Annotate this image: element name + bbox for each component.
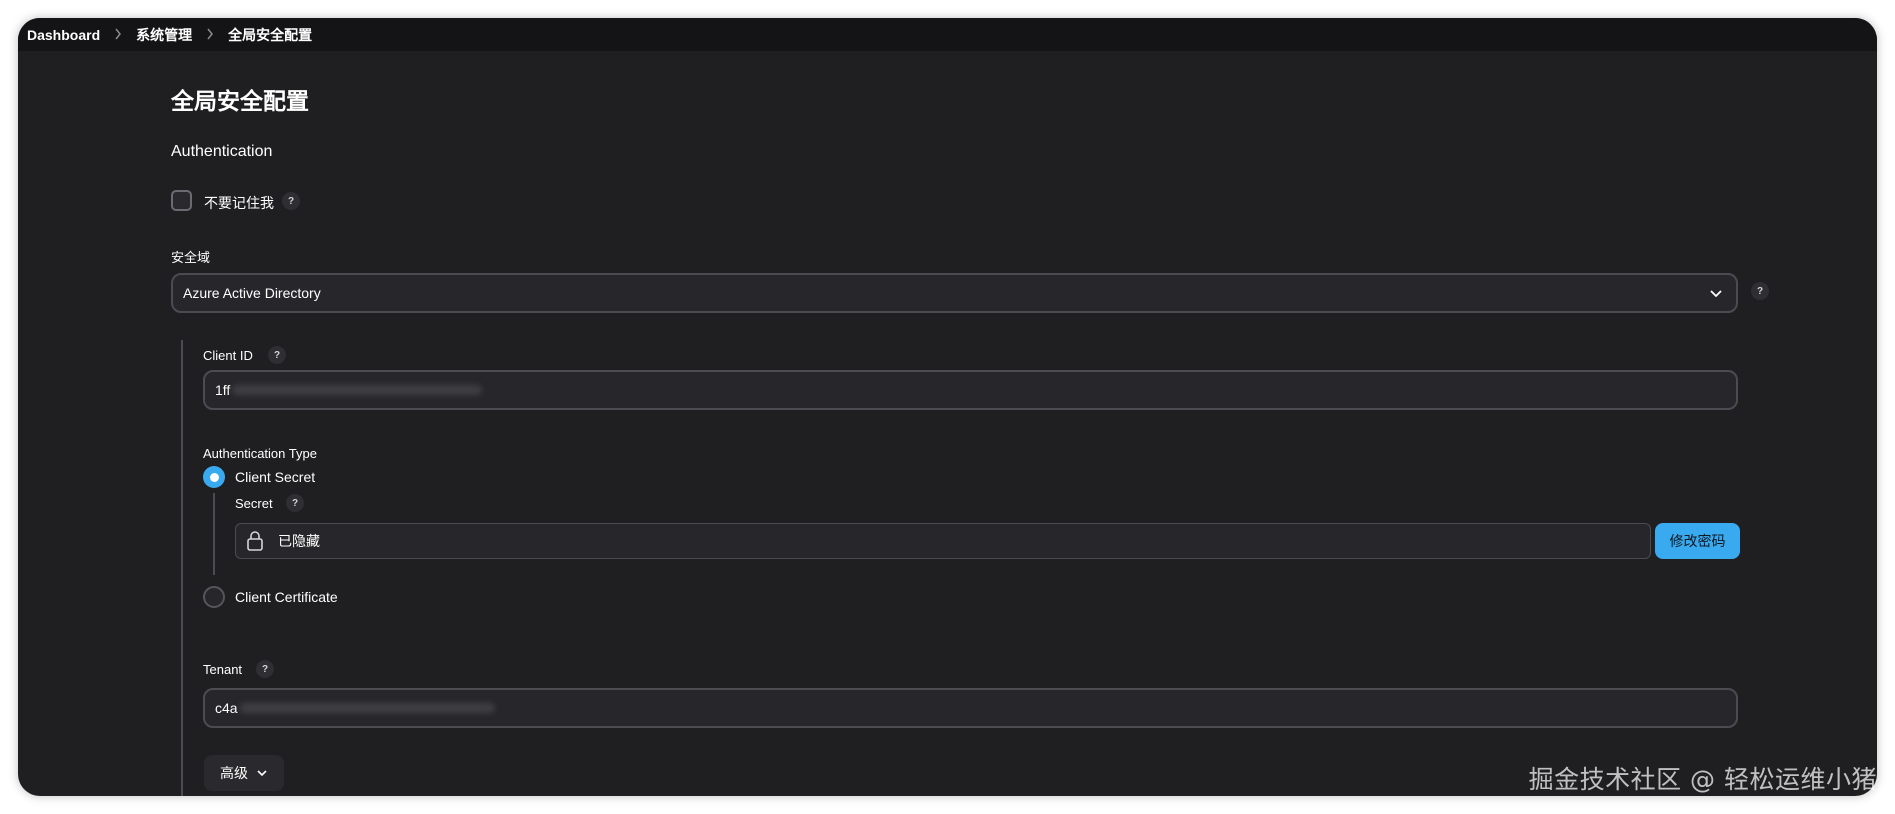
- tenant-input[interactable]: c4a: [203, 688, 1738, 728]
- authentication-section-title: Authentication: [171, 143, 273, 160]
- secret-nested-divider: [213, 493, 215, 575]
- secret-field: 已隐藏: [235, 523, 1651, 559]
- client-id-label: Client ID: [203, 348, 253, 363]
- breadcrumb: Dashboard 系统管理 全局安全配置: [18, 18, 1877, 51]
- breadcrumb-item-global-security[interactable]: 全局安全配置: [228, 25, 312, 45]
- lock-icon: [246, 530, 264, 552]
- redacted-text: [239, 703, 495, 713]
- client-certificate-radio[interactable]: [203, 586, 225, 608]
- chevron-right-icon: [114, 27, 122, 43]
- auth-type-label: Authentication Type: [203, 446, 317, 461]
- client-id-input[interactable]: 1ff: [203, 370, 1738, 410]
- client-id-value: 1ff: [215, 382, 231, 398]
- breadcrumb-item-system-management[interactable]: 系统管理: [136, 25, 192, 45]
- remember-me-checkbox[interactable]: [171, 190, 192, 211]
- app-window: Dashboard 系统管理 全局安全配置 全局安全配置 Authenticat…: [18, 18, 1877, 796]
- chevron-right-icon: [206, 27, 214, 43]
- client-secret-label[interactable]: Client Secret: [235, 469, 315, 485]
- advanced-button[interactable]: 高级: [204, 755, 284, 791]
- help-icon[interactable]: ?: [268, 346, 286, 364]
- security-realm-label: 安全域: [171, 250, 211, 265]
- security-realm-select[interactable]: Azure Active Directory: [171, 273, 1738, 313]
- client-secret-radio[interactable]: [203, 466, 225, 488]
- chevron-down-icon: [1708, 285, 1724, 304]
- help-icon[interactable]: ?: [286, 494, 304, 512]
- nested-config-divider: [181, 340, 183, 796]
- tenant-label: Tenant: [203, 662, 243, 677]
- help-icon[interactable]: ?: [256, 660, 274, 678]
- chevron-down-icon: [256, 767, 268, 779]
- security-realm-selected-value: Azure Active Directory: [183, 285, 321, 301]
- change-password-button[interactable]: 修改密码: [1655, 523, 1740, 559]
- watermark: 掘金技术社区 @ 轻松运维小猪: [1528, 765, 1877, 794]
- secret-value: 已隐藏: [278, 533, 320, 549]
- client-certificate-label[interactable]: Client Certificate: [235, 589, 338, 605]
- remember-me-label: 不要记住我: [204, 195, 274, 211]
- breadcrumb-item-dashboard[interactable]: Dashboard: [27, 27, 100, 43]
- redacted-text: [232, 385, 483, 395]
- help-icon[interactable]: ?: [1751, 282, 1769, 300]
- secret-label: Secret: [235, 496, 273, 511]
- tenant-value: c4a: [215, 700, 238, 716]
- help-icon[interactable]: ?: [282, 192, 300, 210]
- advanced-label: 高级: [220, 765, 248, 781]
- page-title: 全局安全配置: [171, 88, 309, 114]
